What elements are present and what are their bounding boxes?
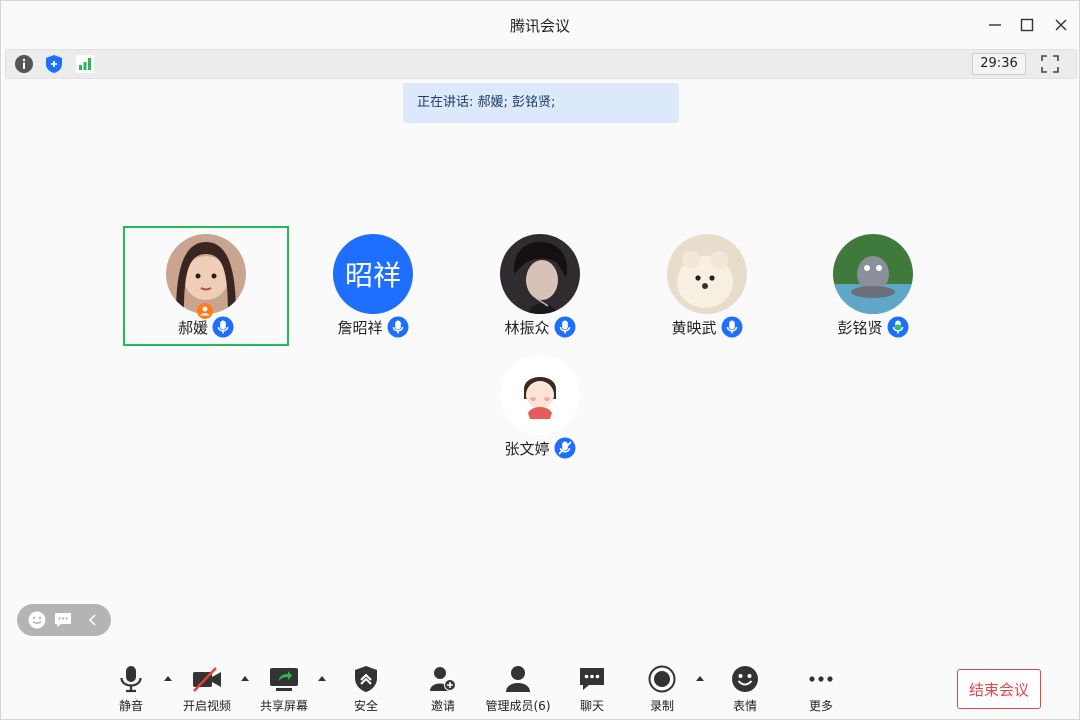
info-icon [15,55,33,73]
members-icon [506,666,530,692]
floating-reaction-bar [17,604,111,636]
participant-name: 彭铭贤 [837,318,883,337]
title-bar: 腾讯会议 [1,1,1079,47]
avatar: 昭祥 [333,234,413,314]
more-icon [809,676,833,682]
emoji-icon [28,611,46,629]
security-icon [355,666,377,692]
record-label: 录制 [649,699,674,713]
close-button[interactable] [1049,13,1073,37]
participant-tile[interactable]: 张文婷 [459,349,621,465]
mic-icon [721,316,742,338]
mute-button[interactable]: 静音 [111,665,151,715]
video-off-icon [193,667,221,692]
chat-icon [55,613,71,627]
share-screen-icon [270,668,298,691]
avatar-photo [500,234,580,314]
meeting-timer: 29:36 [972,53,1026,75]
mute-label: 静音 [118,699,143,713]
record-options-caret[interactable] [695,673,705,683]
video-label: 开启视频 [182,699,231,713]
invite-label: 邀请 [430,699,455,713]
chat-icon [580,668,604,690]
participant-tile[interactable]: 昭祥 詹昭祥 [292,228,454,344]
participant-name-row: 张文婷 [459,437,621,459]
mute-options-caret[interactable] [163,673,173,683]
avatar [166,234,246,314]
participant-name-row: 郝媛 [125,316,287,338]
avatar [500,355,580,435]
fullscreen-button[interactable] [1038,52,1062,76]
minimize-icon [989,24,1001,26]
avatar-photo [166,234,246,314]
participant-name-row: 林振众 [459,316,621,338]
participant-tile[interactable]: 彭铭贤 [792,228,954,344]
invite-button[interactable]: 邀请 [423,665,463,715]
avatar-illustration [500,355,580,435]
manage-members-button[interactable]: 管理成员(6) [483,665,553,715]
floating-emoji-button[interactable] [27,610,47,630]
participant-tile[interactable]: 林振众 [459,228,621,344]
security-label: 安全 [353,699,378,713]
record-button[interactable]: 录制 [642,665,682,715]
fullscreen-icon [1041,55,1059,73]
emoji-icon [732,666,758,692]
participant-name: 黄映武 [671,318,717,337]
mic-muted-icon [554,437,575,459]
maximize-button[interactable] [1015,13,1039,37]
mic-icon [387,316,408,338]
minimize-button[interactable] [983,13,1007,37]
more-button[interactable]: 更多 [801,665,841,715]
close-icon [1055,19,1067,31]
chat-label: 聊天 [579,699,604,713]
participant-name-row: 詹昭祥 [292,316,454,338]
collapse-button[interactable] [83,610,103,630]
more-label: 更多 [808,699,833,713]
share-screen-button[interactable]: 共享屏幕 [255,665,313,715]
mic-speaking-icon [887,316,908,338]
avatar [667,234,747,314]
meeting-info-button[interactable] [13,53,35,75]
mic-icon [120,666,142,693]
avatar-photo [833,234,913,314]
security-button[interactable]: 安全 [346,665,386,715]
participant-name: 林振众 [504,318,550,337]
mic-icon [554,316,575,338]
speaking-banner: 正在讲话: 郝媛; 彭铭贤; [403,83,679,123]
share-options-caret[interactable] [317,673,327,683]
chat-button[interactable]: 聊天 [572,665,612,715]
avatar-photo [667,234,747,314]
bottom-toolbar: 静音 开启视频 共享屏幕 安全 邀请 管理成员(6) 聊天 录制 表情 更多 [1,661,1079,719]
shield-icon [46,55,62,73]
participant-name: 郝媛 [177,318,208,337]
emoji-label: 表情 [732,699,757,713]
participant-name: 张文婷 [504,439,550,458]
floating-chat-button[interactable] [53,610,73,630]
signal-icon [76,55,94,73]
end-meeting-button[interactable]: 结束会议 [957,669,1041,709]
record-icon [648,665,676,693]
invite-icon [430,667,456,691]
security-status-button[interactable] [43,53,65,75]
members-label: 管理成员(6) [485,699,551,713]
emoji-button[interactable]: 表情 [725,665,765,715]
chevron-left-icon [88,614,96,626]
participant-name-row: 彭铭贤 [792,316,954,338]
avatar-initials: 昭祥 [344,259,401,292]
share-screen-label: 共享屏幕 [259,699,308,713]
window-title: 腾讯会议 [509,17,570,35]
status-bar: 29:36 [5,49,1077,79]
avatar [833,234,913,314]
participant-tile[interactable]: 黄映武 [626,228,788,344]
mic-icon [212,316,234,338]
video-options-caret[interactable] [240,673,250,683]
meeting-window: 腾讯会议 29:36 正在讲话: 郝媛; 彭铭贤; 郝媛 昭祥 詹昭祥 林振众 … [0,0,1080,720]
participant-tile[interactable]: 郝媛 [123,226,289,346]
network-status-button[interactable] [74,53,96,75]
participant-name: 詹昭祥 [337,318,383,337]
avatar [500,234,580,314]
participant-name-row: 黄映武 [626,316,788,338]
maximize-icon [1020,18,1034,32]
video-button[interactable]: 开启视频 [177,665,237,715]
